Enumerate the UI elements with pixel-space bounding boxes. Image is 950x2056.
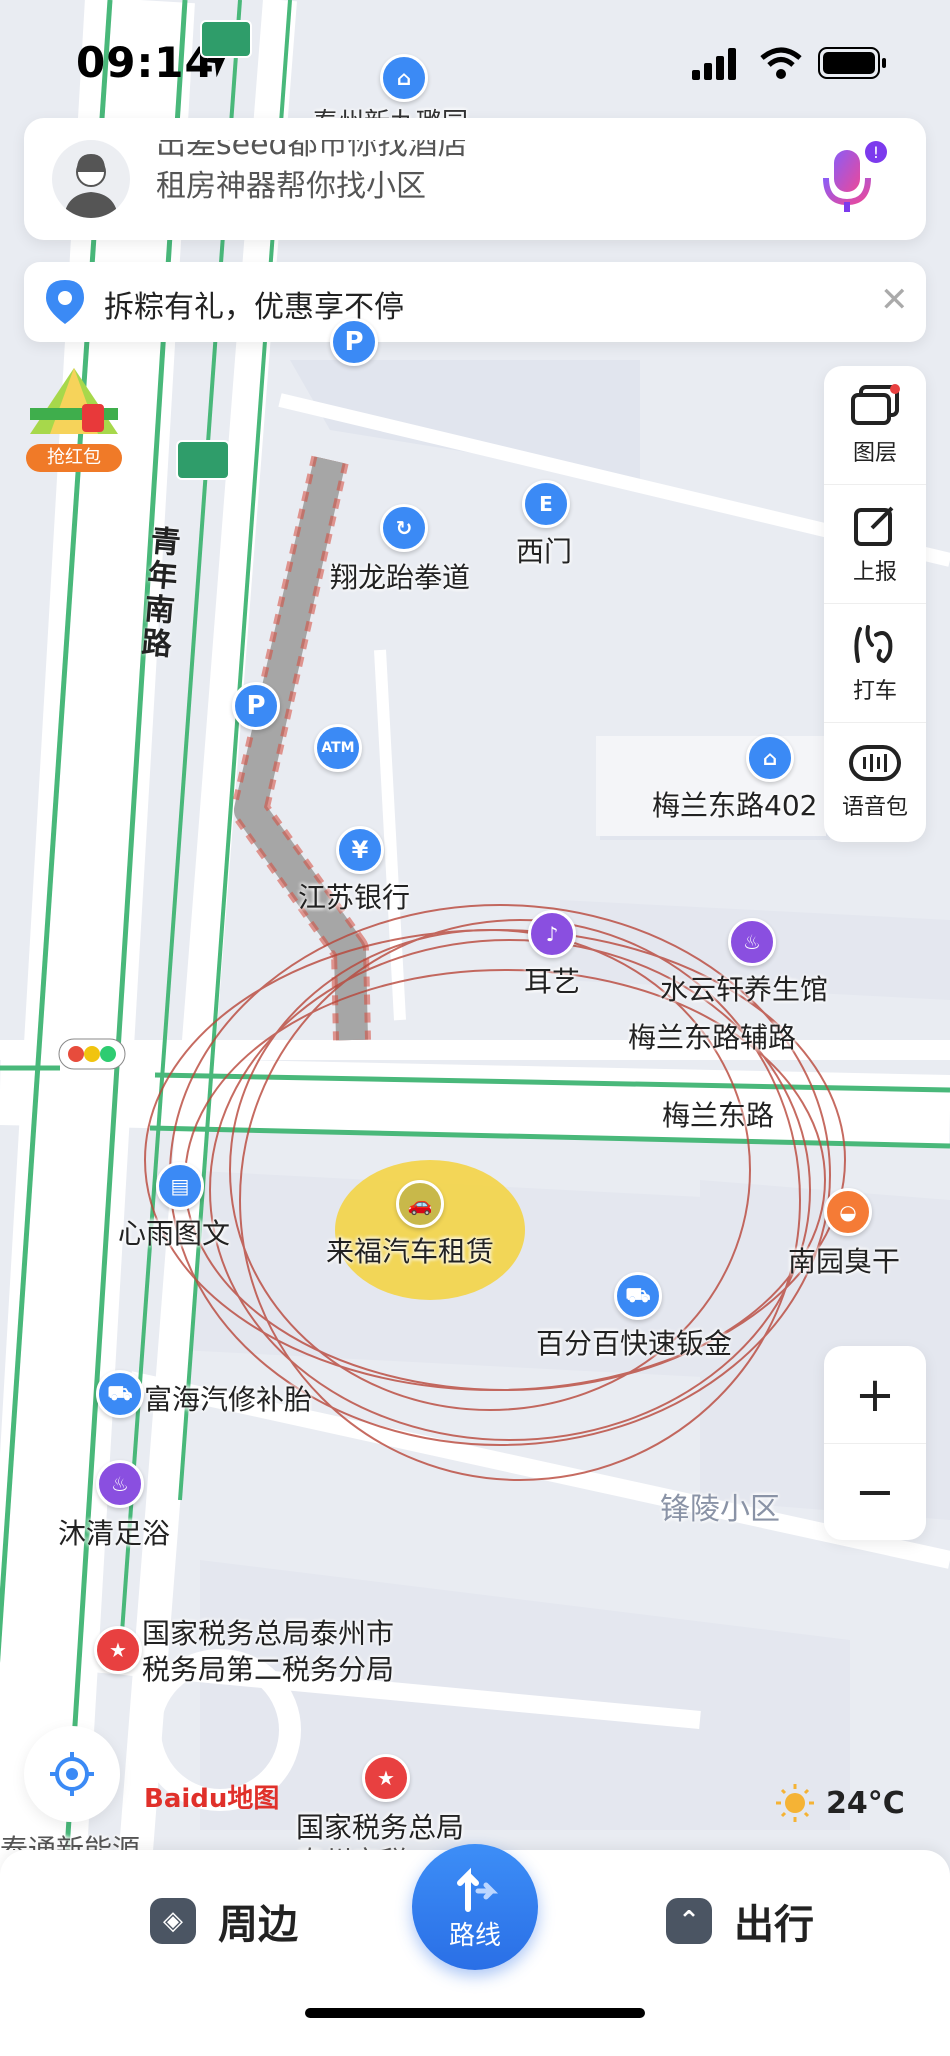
poi-label-bottom-left: 泰通新能源: [0, 1833, 141, 1850]
location-pin-icon: [46, 280, 84, 324]
poi-label-eryi[interactable]: 耳艺: [524, 960, 580, 1000]
route-label: 路线: [448, 1920, 501, 1951]
report-icon: [854, 506, 894, 546]
close-icon[interactable]: ✕: [880, 280, 909, 320]
bank-poi-icon[interactable]: ¥: [336, 826, 384, 874]
bus-sign-icon: [200, 20, 252, 58]
poi-label-meilan402[interactable]: 梅兰东路402: [652, 784, 817, 824]
gate-poi-icon[interactable]: E: [522, 480, 570, 528]
taekwondo-poi-icon[interactable]: ↻: [380, 504, 428, 552]
poi-label-xinyu[interactable]: 心雨图文: [118, 1212, 230, 1252]
search-placeholder-line2: 租房神器帮你找小区: [156, 169, 426, 204]
poi-label-laifu[interactable]: 来福汽车租赁: [326, 1230, 494, 1270]
weather-temp: 24°C: [826, 1785, 905, 1821]
status-time: 09:14: [76, 38, 215, 87]
microphone-icon[interactable]: !: [804, 136, 894, 226]
wifi-icon: [760, 47, 802, 79]
area-label-fengling: 锋陵小区: [660, 1492, 780, 1527]
red-packet-button[interactable]: 抢红包: [22, 364, 126, 472]
voice-pack-icon: [849, 745, 901, 781]
car-rental-poi-icon[interactable]: 🚗: [396, 1180, 444, 1228]
avatar[interactable]: [52, 140, 130, 218]
baidu-logo: Baidu地图: [144, 1784, 280, 1814]
road-label-meilan: 梅兰东路: [662, 1099, 775, 1132]
poi-label-muqing[interactable]: 沐清足浴: [58, 1512, 170, 1552]
community-poi-icon[interactable]: ⌂: [380, 54, 428, 102]
poi-label-fuhai[interactable]: 富海汽修补胎: [144, 1378, 312, 1418]
report-button[interactable]: 上报: [824, 485, 926, 604]
auto-repair-poi-icon[interactable]: ⛟: [614, 1272, 662, 1320]
avatar-person-icon: [64, 154, 118, 218]
report-label: 上报: [852, 560, 897, 585]
government-poi-icon[interactable]: ★: [362, 1754, 410, 1802]
ear-care-poi-icon[interactable]: ♪: [528, 910, 576, 958]
travel-button[interactable]: ⌃ 出行: [666, 1892, 814, 1950]
nearby-label: 周边: [218, 1902, 298, 1948]
status-bar: 09:14: [0, 0, 950, 120]
search-bar[interactable]: 出差seed都市你找酒店 租房神器帮你找小区 !: [24, 118, 926, 240]
layers-icon: [851, 384, 900, 425]
layers-button[interactable]: 图层: [824, 366, 926, 485]
weather-widget[interactable]: 24°C: [774, 1782, 905, 1824]
voice-pack-button[interactable]: 语音包: [824, 723, 926, 841]
parking-poi-icon[interactable]: P: [330, 318, 378, 366]
foot-spa-poi-icon[interactable]: ♨: [96, 1460, 144, 1508]
zoom-out-button[interactable]: −: [824, 1443, 926, 1540]
svg-text:!: !: [873, 143, 879, 162]
travel-label: 出行: [734, 1902, 814, 1948]
poi-label-tax1[interactable]: 国家税务总局泰州市 税务局第二税务分局: [142, 1616, 394, 1688]
route-arrow-icon: [457, 1867, 499, 1912]
building-poi-icon[interactable]: ⌂: [746, 734, 794, 782]
poi-label-tax1-line1: 国家税务总局泰州市: [142, 1617, 395, 1650]
spa-poi-icon[interactable]: ♨: [728, 918, 776, 966]
search-placeholder[interactable]: 出差seed都市你找酒店 租房神器帮你找小区: [156, 140, 556, 218]
poi-label-nanyuan[interactable]: 南园臭干: [788, 1240, 900, 1280]
zoom-in-button[interactable]: +: [824, 1346, 926, 1444]
food-poi-icon[interactable]: ◒: [824, 1188, 872, 1236]
battery-icon: [818, 47, 886, 79]
atm-poi-icon[interactable]: ATM: [314, 724, 362, 772]
locate-button[interactable]: [24, 1726, 120, 1822]
car-repair-poi-icon[interactable]: ⛟: [96, 1370, 144, 1418]
home-indicator: [305, 2008, 645, 2018]
route-button[interactable]: 路线: [412, 1844, 538, 1970]
poi-label-xianglong[interactable]: 翔龙跆拳道: [330, 556, 470, 596]
red-packet-label: 抢红包: [26, 444, 122, 472]
zoom-control: + −: [824, 1346, 926, 1540]
map-toolbar: 图层 上报 打车 语音包: [824, 366, 926, 842]
parking-poi-icon[interactable]: P: [232, 682, 280, 730]
road-label-meilan-fulu: 梅兰东路辅路: [628, 1021, 797, 1054]
poi-label-shuiyunxuan[interactable]: 水云轩养生馆: [660, 968, 828, 1008]
poi-label-tax1-line2: 税务局第二税务分局: [142, 1653, 395, 1686]
chevrons-up-icon: ⌃: [666, 1898, 712, 1944]
poi-label-tax2-sub: 泰州市税: [296, 1840, 408, 1850]
voice-pack-label: 语音包: [841, 795, 908, 820]
print-shop-poi-icon[interactable]: ▤: [156, 1162, 204, 1210]
layers-label: 图层: [852, 441, 897, 466]
taxi-icon: [854, 625, 893, 664]
search-placeholder-line1: 出差seed都市你找酒店: [156, 140, 468, 162]
cellular-signal-icon: [692, 48, 736, 80]
traffic-light-icon[interactable]: [58, 1038, 126, 1070]
poi-label-baifenbai[interactable]: 百分百快速钣金: [536, 1322, 732, 1362]
promo-banner[interactable]: 拆粽有礼，优惠享不停 ✕: [24, 262, 926, 342]
nearby-button[interactable]: ◈ 周边: [150, 1892, 298, 1950]
compass-icon: ◈: [150, 1898, 196, 1944]
taxi-button[interactable]: 打车: [824, 604, 926, 723]
poi-label-jiangsu-bank[interactable]: 江苏银行: [298, 876, 410, 916]
government-poi-icon[interactable]: ★: [94, 1626, 142, 1674]
crosshair-icon: [50, 1752, 94, 1796]
bus-stop-icon[interactable]: [176, 440, 230, 480]
poi-label-ximen[interactable]: 西门: [516, 530, 572, 570]
taxi-label: 打车: [852, 679, 897, 704]
sun-icon: [776, 1784, 814, 1822]
zongzi-icon: [30, 368, 118, 434]
